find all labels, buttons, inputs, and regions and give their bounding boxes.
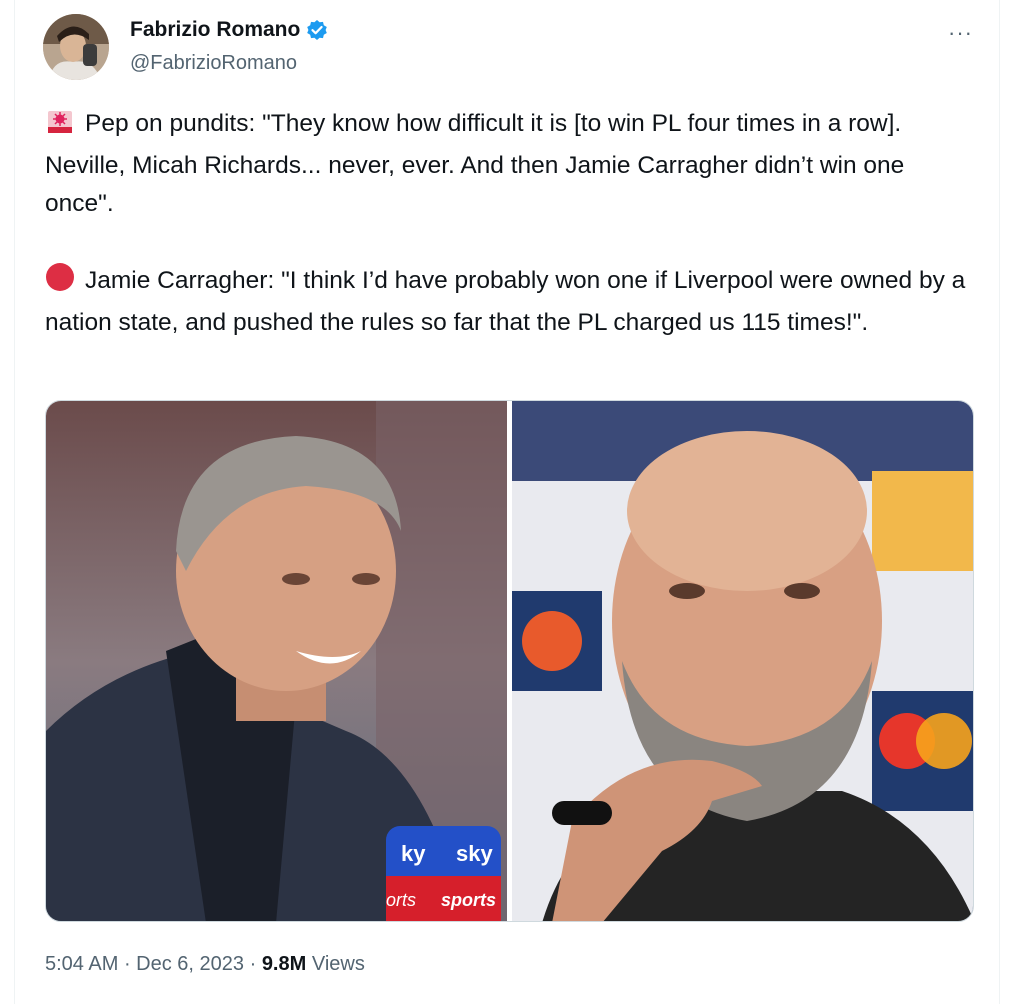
author-name[interactable]: Fabrizio Romano — [130, 18, 300, 42]
tweet-paragraph-1: Pep on pundits: "They know how difficult… — [45, 105, 975, 223]
tweet-paragraph-2: Jamie Carragher: "I think I’d have proba… — [45, 262, 975, 342]
author-handle[interactable]: @FabrizioRomano — [130, 52, 297, 75]
avatar[interactable] — [43, 14, 109, 80]
red-circle-icon — [45, 262, 75, 304]
tweet-date[interactable]: Dec 6, 2023 — [136, 953, 244, 975]
meta-separator: · — [118, 953, 137, 975]
tweet-text-1: Pep on pundits: "They know how difficult… — [45, 110, 905, 217]
media-grid[interactable]: ky sky orts sports — [45, 400, 974, 922]
meta-separator: · — [244, 953, 262, 975]
views-label: Views — [306, 953, 365, 975]
mic-brand-top: sky — [456, 841, 493, 866]
mic-brand-partial-top: ky — [401, 841, 426, 866]
photo-pep-guardiola[interactable] — [512, 401, 973, 921]
mic-brand-bottom: sports — [441, 890, 496, 910]
views-count: 9.8M — [261, 953, 307, 975]
tweet-meta: 5:04 AM · Dec 6, 2023 · 9.8M Views — [45, 953, 365, 976]
tweet-time[interactable]: 5:04 AM — [45, 953, 118, 975]
tweet-card: Fabrizio Romano @FabrizioRomano ··· Pep … — [14, 0, 1000, 1004]
more-options-icon[interactable]: ··· — [948, 20, 973, 46]
verified-badge-icon — [306, 19, 328, 41]
photo-jamie-carragher[interactable]: ky sky orts sports — [46, 401, 507, 921]
siren-icon — [45, 109, 75, 147]
tweet-text-2: Jamie Carragher: "I think I’d have proba… — [45, 267, 966, 336]
mic-brand-partial-bottom: orts — [386, 890, 416, 910]
